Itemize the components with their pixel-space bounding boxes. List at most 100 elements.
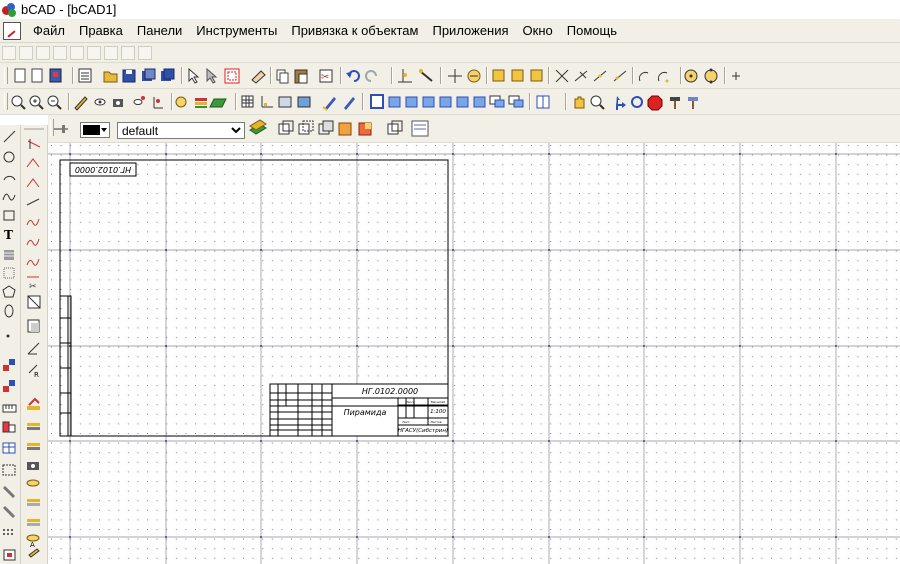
view-left-button[interactable] [421, 94, 437, 110]
ellipse-tool-button[interactable] [2, 303, 18, 319]
coordinates-button[interactable] [150, 94, 166, 110]
layer-stack-button[interactable] [26, 418, 42, 434]
array-button[interactable] [2, 504, 18, 520]
rectangle-tool-button[interactable] [2, 208, 18, 224]
new-template-button[interactable] [49, 68, 65, 84]
menu-file[interactable]: Файл [26, 19, 72, 42]
menu-help[interactable]: Помощь [560, 19, 624, 42]
erase-button[interactable] [251, 68, 267, 84]
cut-button[interactable] [319, 68, 335, 84]
line-tool-button[interactable] [2, 128, 18, 144]
wave-2-button[interactable] [26, 235, 42, 251]
view-top-button[interactable] [387, 94, 403, 110]
ruler-button[interactable] [2, 401, 18, 417]
save-as-button[interactable] [141, 68, 157, 84]
ortho-button[interactable] [259, 94, 275, 110]
split-view-button[interactable] [535, 94, 551, 110]
cube-button-3[interactable] [529, 68, 545, 84]
zoom-out-button[interactable] [45, 94, 61, 110]
view-side-button[interactable] [404, 94, 420, 110]
nearest-button[interactable] [612, 68, 628, 84]
spline-tool-button[interactable] [2, 189, 18, 205]
snap-axis-button[interactable] [398, 68, 414, 84]
zoom-in-button[interactable] [27, 94, 43, 110]
pan-button[interactable] [572, 94, 588, 110]
perpendicular-button[interactable] [573, 68, 589, 84]
layer-stack-2-button[interactable] [26, 438, 42, 454]
list-button[interactable] [78, 68, 94, 84]
menu-object-snap[interactable]: Привязка к объектам [284, 19, 425, 42]
dimension-button[interactable] [2, 358, 18, 374]
hatch-tool-button[interactable] [2, 247, 18, 263]
snap-point-button[interactable] [26, 136, 42, 152]
dots-grid-button[interactable] [2, 525, 18, 541]
save-all-button[interactable] [160, 68, 176, 84]
view-back-button[interactable] [455, 94, 471, 110]
dimension-2-button[interactable] [2, 379, 18, 395]
color-fill-button[interactable] [26, 397, 42, 413]
chamfer-button[interactable] [26, 318, 42, 334]
paste-button[interactable] [294, 68, 310, 84]
point-tool-button[interactable] [2, 328, 18, 344]
open-button[interactable] [103, 68, 119, 84]
zoom-window-button[interactable] [590, 94, 606, 110]
eye-button[interactable] [92, 94, 108, 110]
drawing-canvas[interactable]: НГ.0102.0000 НГ.0102.0000 Пирамида 1:100… [48, 143, 900, 564]
stripes-2-button[interactable] [26, 515, 42, 531]
circle-tool-button[interactable] [2, 149, 18, 165]
brush-button[interactable] [322, 94, 338, 110]
crosshair-button[interactable] [447, 68, 463, 84]
bcad-app-icon[interactable] [2, 2, 16, 17]
hatch-pattern-button[interactable] [410, 121, 426, 137]
grid-button[interactable] [240, 94, 256, 110]
tangent-button[interactable] [592, 68, 608, 84]
snap-center-button[interactable] [466, 68, 482, 84]
stripes-button[interactable] [26, 495, 42, 511]
hammer-button[interactable] [667, 94, 683, 110]
document-icon[interactable] [3, 21, 21, 40]
circle-center-button[interactable] [683, 68, 699, 84]
selection-box-button[interactable] [224, 68, 240, 84]
layers-button[interactable] [193, 94, 209, 110]
hidden-lines-button[interactable] [297, 121, 313, 137]
cube-outline-button[interactable] [386, 121, 402, 137]
smiley-button[interactable] [173, 94, 189, 110]
frame-button[interactable] [2, 462, 18, 478]
layer-select[interactable]: default [117, 122, 245, 139]
eye-point-button[interactable] [130, 94, 146, 110]
move-button[interactable] [611, 94, 627, 110]
view-rotate-button[interactable] [489, 94, 505, 110]
copy-button[interactable] [276, 68, 292, 84]
menu-edit[interactable]: Правка [72, 19, 130, 42]
tools-button[interactable] [686, 94, 702, 110]
menu-panels[interactable]: Панели [130, 19, 189, 42]
block-button[interactable] [2, 547, 18, 563]
drawing-area[interactable]: НГ.0102.0000 НГ.0102.0000 Пирамида 1:100… [48, 143, 900, 564]
text-tool-button[interactable] [2, 227, 18, 243]
undo-button[interactable] [345, 68, 361, 84]
fillet-button[interactable] [26, 294, 42, 310]
redo-button[interactable] [365, 68, 381, 84]
scale-button[interactable] [2, 420, 18, 436]
brush-2-button[interactable] [341, 94, 357, 110]
wireframe-button[interactable] [277, 121, 293, 137]
arc-snap-button[interactable] [638, 68, 654, 84]
new-document-2-button[interactable] [32, 68, 48, 84]
tangent-tool-button[interactable] [26, 195, 42, 211]
extend-button[interactable] [26, 341, 42, 357]
render-button[interactable] [357, 121, 373, 137]
new-document-button[interactable] [15, 68, 31, 84]
arc-snap-2-button[interactable] [657, 68, 673, 84]
rotate-button[interactable] [26, 363, 42, 379]
menu-tools[interactable]: Инструменты [189, 19, 284, 42]
mirror-button[interactable] [2, 484, 18, 500]
save-button[interactable] [122, 68, 138, 84]
zoom-button[interactable] [9, 94, 25, 110]
view-bottom-button[interactable] [472, 94, 488, 110]
select-multiple-button[interactable] [206, 68, 222, 84]
snap-line-button[interactable] [418, 68, 434, 84]
camera-tool-button[interactable] [26, 458, 42, 474]
wave-button[interactable] [26, 215, 42, 231]
regen-button[interactable] [630, 94, 646, 110]
layer-manager-button[interactable] [248, 121, 264, 137]
